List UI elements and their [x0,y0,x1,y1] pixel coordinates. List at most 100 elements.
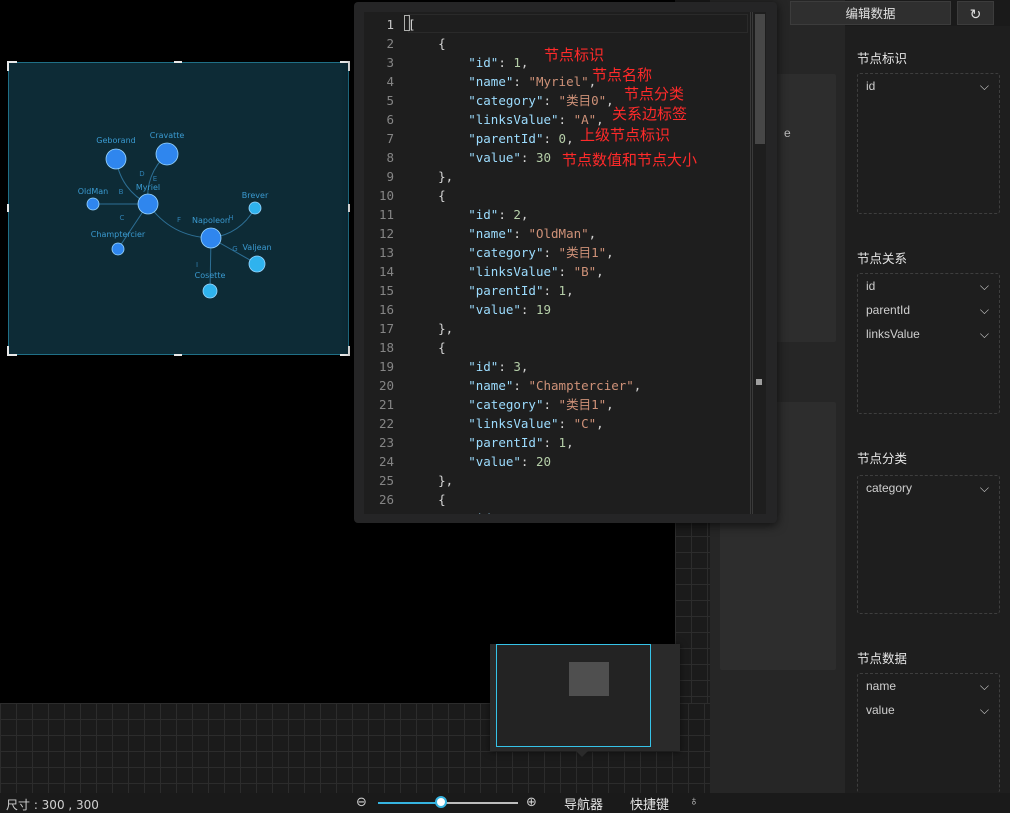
chevron-down-icon[interactable]: ⌵ [980,322,989,346]
lightbulb-icon[interactable]: ♁ [689,793,699,808]
line-number: 5 [386,93,394,108]
code-line: "parentId": 1, [468,435,574,450]
group-title-node-relation: 节点关系 [857,251,908,266]
chevron-down-icon[interactable]: ⌵ [980,74,989,98]
code-line: "name": "OldMan", [468,226,597,241]
chevron-down-icon[interactable]: ⌵ [980,476,989,500]
code-line: "linksValue": "A", [468,112,604,127]
code-lines[interactable]: [ { "id": 1, "name": "Myriel", "category… [408,12,752,514]
resize-handle-right[interactable] [348,204,350,212]
resize-handle-top-right[interactable] [340,61,350,71]
status-bar: 尺寸 : 300 , 300 ⊖ ⊕ 导航器 快捷键 ♁ [0,793,710,813]
annotation-parent-id: 上级节点标识 [580,126,671,144]
line-number: 19 [378,359,394,374]
drop-zone-node-category[interactable]: category ⌵ [857,475,1000,614]
zoom-out-icon[interactable]: ⊖ [356,794,367,810]
resize-handle-bottom-left[interactable] [7,346,17,356]
code-line: "name": "Myriel", [468,74,597,89]
editor-scrollbar[interactable] [752,12,766,514]
zoom-slider-fill [378,802,441,804]
scrollbar-thumb[interactable] [755,14,765,144]
graph-node [86,197,100,211]
line-number: 4 [386,74,394,89]
navigator-panel[interactable] [490,644,680,751]
shortcuts-button[interactable]: 快捷键 [630,794,669,813]
line-number: 20 [378,378,394,393]
line-number: 12 [378,226,394,241]
resize-handle-top[interactable] [174,61,182,63]
field-category[interactable]: category ⌵ [858,476,999,500]
line-number: 13 [378,245,394,260]
graph-link-label: I [196,261,198,269]
line-number: 24 [378,454,394,469]
refresh-button[interactable]: ↻ [957,1,994,25]
zoom-slider[interactable] [378,802,518,804]
graph-link-label: C [120,214,125,222]
line-number: 9 [386,169,394,184]
drop-zone-node-data[interactable]: name ⌵ value ⌵ [857,673,1000,793]
group-title-node-category: 节点分类 [857,451,908,466]
code-line: "parentId": 1, [468,283,574,298]
canvas-size-label: 尺寸 : 300 , 300 [6,798,99,812]
navigator-button[interactable]: 导航器 [564,794,603,813]
graph-node-label: Brever [242,191,269,200]
field-id[interactable]: id ⌵ [858,274,999,298]
code-line: { [408,340,446,355]
navigator-minimap[interactable] [496,644,651,747]
line-number: 26 [378,492,394,507]
graph-node [248,201,262,215]
graph-node-label: OldMan [78,187,108,196]
field-name[interactable]: name ⌵ [858,674,999,698]
resize-handle-bottom-right[interactable] [340,346,350,356]
zoom-slider-handle[interactable] [435,796,447,808]
line-number: 16 [378,302,394,317]
data-editor-popup: 1 2 3 4 5 6 7 8 9 10 11 12 13 14 15 16 17 18 19 20 21 22 23 24 2… [354,2,777,523]
zoom-in-icon[interactable]: ⊕ [526,794,537,810]
drop-zone-node-relation[interactable]: id ⌵ parentId ⌵ linksValue ⌵ [857,273,1000,414]
line-number: 15 [378,283,394,298]
graph-node [111,242,125,256]
code-line: { [408,36,446,51]
graph-link-label: F [177,216,181,224]
annotation-node-value: 节点数值和节点大小 [562,151,698,169]
code-line: "linksValue": "B", [468,264,604,279]
field-parentid[interactable]: parentId ⌵ [858,298,999,322]
chevron-down-icon[interactable]: ⌵ [980,298,989,322]
field-value[interactable]: value ⌵ [858,698,999,722]
graph-widget[interactable]: D E B C F H G I Geborand Cravatte OldMan Myriel Brev… [7,61,350,356]
line-number: 18 [378,340,394,355]
code-line: "id": 4, [408,509,528,514]
graph-node-label: Cravatte [150,131,185,140]
annotation-node-name: 节点名称 [592,66,653,84]
code-editor[interactable]: 1 2 3 4 5 6 7 8 9 10 11 12 13 14 15 16 17 18 19 20 21 22 23 24 2… [364,12,766,514]
field-id[interactable]: id ⌵ [858,74,999,98]
editor-ruler [750,12,751,514]
graph-node-label: Myriel [136,183,160,192]
drop-zone-node-id[interactable]: id ⌵ [857,73,1000,214]
canvas-grid-background [675,520,710,703]
field-linksvalue[interactable]: linksValue ⌵ [858,322,999,346]
code-line: "id": 1, [468,55,529,70]
chevron-down-icon[interactable]: ⌵ [980,274,989,298]
group-title-node-id: 节点标识 [857,51,908,66]
code-line: "linksValue": "C", [468,416,604,431]
graph-svg: DEBC F HGIGeborandCravatteOldMan MyrielBrev… [78,131,272,299]
navigator-viewport[interactable] [569,662,609,696]
chevron-down-icon[interactable]: ⌵ [980,674,989,698]
chevron-down-icon[interactable]: ⌵ [980,698,989,722]
line-number: 17 [378,321,394,336]
resize-handle-left[interactable] [7,204,9,212]
data-field-panel: 节点标识 id ⌵ 节点关系 id ⌵ parentId ⌵ linksValue ⌵ … [845,26,1010,793]
code-line: "category": "类目0", [468,93,614,108]
line-number: 27 [364,509,394,514]
resize-handle-top-left[interactable] [7,61,17,71]
annotation-node-category: 节点分类 [624,85,685,103]
code-line: "id": 3, [468,359,529,374]
line-number: 7 [386,131,394,146]
code-line: }, [408,169,454,184]
edit-data-button[interactable]: 编辑数据 [790,1,951,25]
resize-handle-bottom[interactable] [174,354,182,356]
code-line: "category": "类目1", [468,245,614,260]
graph-link-label: G [232,245,237,253]
scrollbar-marker [756,379,762,385]
